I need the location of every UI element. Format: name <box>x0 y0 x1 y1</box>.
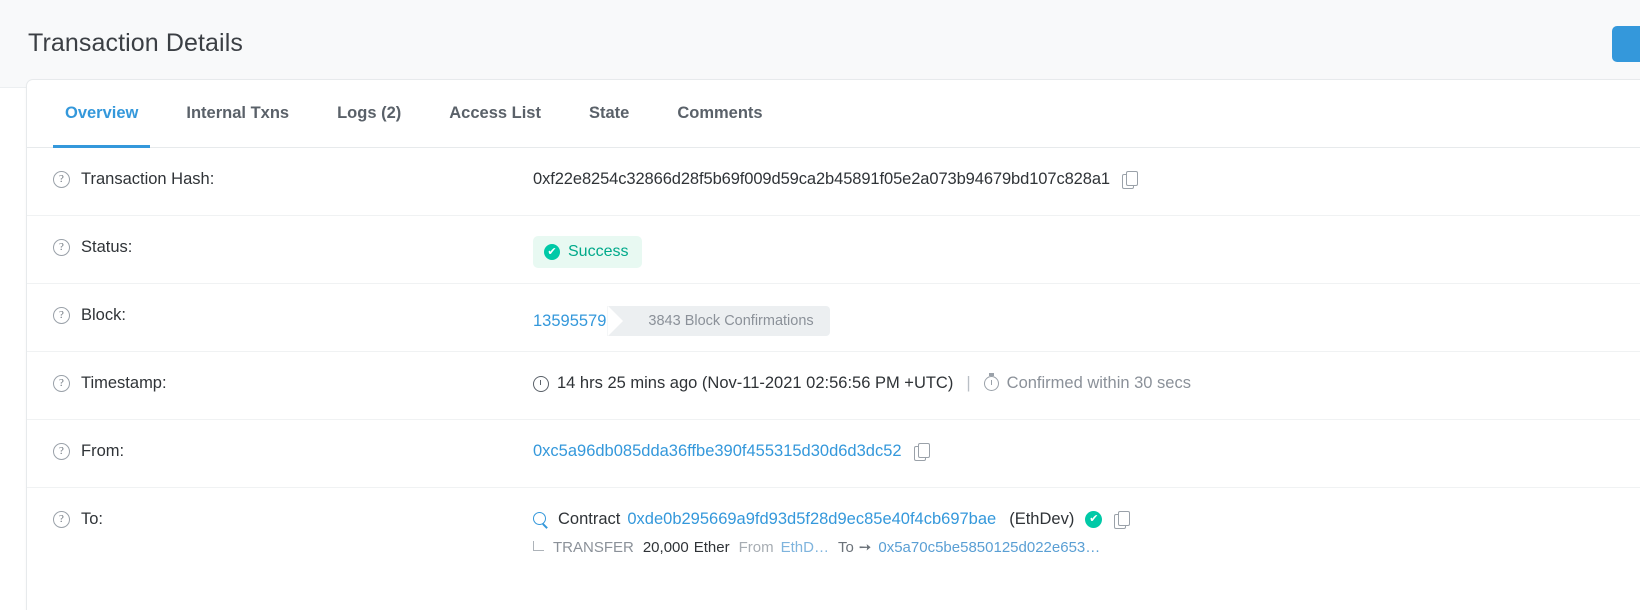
tab-access-list-label: Access List <box>449 104 541 123</box>
check-circle-icon: ✔ <box>544 244 560 260</box>
tab-comments-label: Comments <box>677 104 762 123</box>
tab-state[interactable]: State <box>565 80 653 147</box>
row-to: ? To: Contract 0xde0b295669a9fd93d5f28d9… <box>27 488 1640 578</box>
primary-action-button[interactable] <box>1612 26 1640 62</box>
contract-word: Contract <box>558 510 620 529</box>
timestamp-confirmed: Confirmed within 30 secs <box>1007 374 1191 393</box>
verified-icon: ✔ <box>1085 511 1102 528</box>
help-icon[interactable]: ? <box>53 511 70 528</box>
stopwatch-icon <box>984 376 999 391</box>
transaction-card: Overview Internal Txns Logs (2) Access L… <box>26 79 1640 610</box>
status-label: Status: <box>81 238 132 257</box>
tab-overview[interactable]: Overview <box>41 80 162 147</box>
tab-access-list[interactable]: Access List <box>425 80 565 147</box>
transfer-label: TRANSFER <box>553 539 634 556</box>
clock-icon <box>533 376 549 392</box>
transaction-hash-value-group: 0xf22e8254c32866d28f5b69f009d59ca2b45891… <box>533 148 1640 189</box>
block-confirmations-badge: 3843 Block Confirmations <box>622 306 829 336</box>
tab-overview-label: Overview <box>65 104 138 123</box>
copy-icon[interactable] <box>914 443 929 460</box>
status-text: Success <box>568 243 628 261</box>
transfer-to-word: To <box>838 539 854 556</box>
timestamp-value-group: 14 hrs 25 mins ago (Nov-11-2021 02:56:56… <box>533 352 1640 393</box>
tab-comments[interactable]: Comments <box>653 80 786 147</box>
block-label-group: ? Block: <box>53 284 533 325</box>
status-label-group: ? Status: <box>53 216 533 257</box>
from-label: From: <box>81 442 124 461</box>
copy-icon[interactable] <box>1122 171 1137 188</box>
help-icon[interactable]: ? <box>53 239 70 256</box>
timestamp-relative: 14 hrs 25 mins ago (Nov-11-2021 02:56:56… <box>557 374 953 393</box>
timestamp-label: Timestamp: <box>81 374 167 393</box>
block-value-group: 13595579 3843 Block Confirmations <box>533 284 1640 336</box>
block-label: Block: <box>81 306 126 325</box>
to-value-group: Contract 0xde0b295669a9fd93d5f28d9ec85e4… <box>533 488 1640 556</box>
to-label-group: ? To: <box>53 488 533 529</box>
page-header: Transaction Details <box>0 0 1640 88</box>
to-contract-address-link[interactable]: 0xde0b295669a9fd93d5f28d9ec85e40f4cb697b… <box>627 510 996 529</box>
from-label-group: ? From: <box>53 420 533 461</box>
corner-branch-icon <box>533 541 544 551</box>
transaction-details-page: Transaction Details Overview Internal Tx… <box>0 0 1640 610</box>
arrow-right-icon: ➙ <box>859 538 872 556</box>
tab-state-label: State <box>589 104 629 123</box>
block-number-link[interactable]: 13595579 <box>533 312 606 331</box>
copy-icon[interactable] <box>1114 511 1129 528</box>
help-icon[interactable]: ? <box>53 443 70 460</box>
from-address-link[interactable]: 0xc5a96db085dda36ffbe390f455315d30d6d3dc… <box>533 442 902 461</box>
to-name-tag: (EthDev) <box>1009 510 1074 529</box>
status-value-group: ✔ Success <box>533 216 1640 268</box>
block-ribbon: 13595579 3843 Block Confirmations <box>533 306 830 336</box>
page-title: Transaction Details <box>28 29 243 58</box>
help-icon[interactable]: ? <box>53 375 70 392</box>
status-badge: ✔ Success <box>533 236 642 268</box>
transfer-unit: Ether <box>694 539 730 556</box>
tab-internal-txns[interactable]: Internal Txns <box>162 80 313 147</box>
tab-bar: Overview Internal Txns Logs (2) Access L… <box>27 80 1640 148</box>
timestamp-label-group: ? Timestamp: <box>53 352 533 393</box>
tab-internal-txns-label: Internal Txns <box>186 104 289 123</box>
transfer-from-word: From <box>739 539 774 556</box>
row-block: ? Block: 13595579 3843 Block Confirmatio… <box>27 284 1640 352</box>
transfer-to-address-link[interactable]: 0x5a70c5be5850125d022e653… <box>878 539 1100 556</box>
transfer-sub-row: TRANSFER 20,000 Ether From EthD… To ➙ 0x… <box>533 538 1640 556</box>
transaction-hash-value: 0xf22e8254c32866d28f5b69f009d59ca2b45891… <box>533 170 1110 189</box>
from-value-group: 0xc5a96db085dda36ffbe390f455315d30d6d3dc… <box>533 420 1640 461</box>
block-confirmations-text: 3843 Block Confirmations <box>648 313 813 329</box>
row-transaction-hash: ? Transaction Hash: 0xf22e8254c32866d28f… <box>27 148 1640 216</box>
help-icon[interactable]: ? <box>53 171 70 188</box>
row-timestamp: ? Timestamp: 14 hrs 25 mins ago (Nov-11-… <box>27 352 1640 420</box>
to-label: To: <box>81 510 103 529</box>
tab-logs[interactable]: Logs (2) <box>313 80 425 147</box>
help-icon[interactable]: ? <box>53 307 70 324</box>
row-status: ? Status: ✔ Success <box>27 216 1640 284</box>
timestamp-separator: | <box>966 374 970 393</box>
transfer-from-link[interactable]: EthD… <box>781 539 829 556</box>
search-icon[interactable] <box>533 512 549 528</box>
row-from: ? From: 0xc5a96db085dda36ffbe390f455315d… <box>27 420 1640 488</box>
transaction-hash-label-group: ? Transaction Hash: <box>53 148 533 189</box>
transfer-amount: 20,000 <box>643 539 689 556</box>
transaction-hash-label: Transaction Hash: <box>81 170 214 189</box>
tab-logs-label: Logs (2) <box>337 104 401 123</box>
